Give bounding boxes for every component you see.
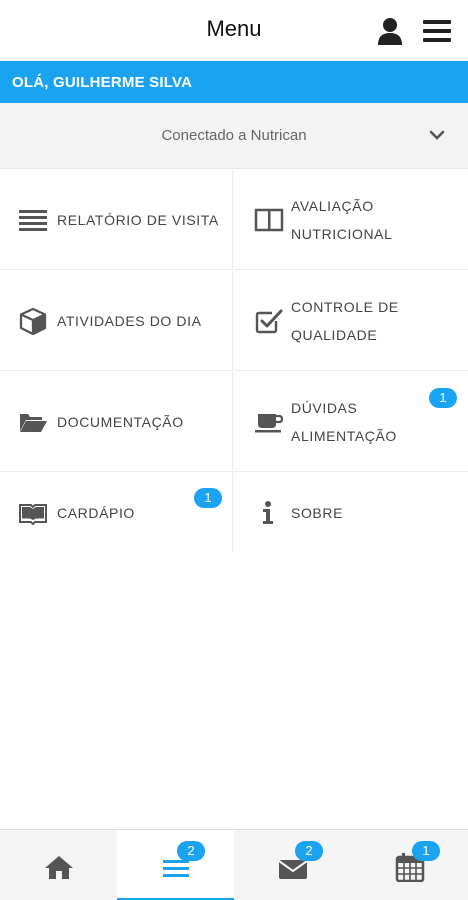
nav-calendar[interactable]: 1 (351, 830, 468, 900)
bottom-navigation: 2 2 1 (0, 829, 468, 900)
top-bar: Menu (0, 0, 468, 61)
menu-item-cardapio[interactable]: CARDÁPIO 1 (0, 473, 233, 552)
menu-item-documentacao[interactable]: DOCUMENTAÇÃO (0, 372, 233, 472)
cube-icon (18, 307, 48, 335)
greeting-bar: OLÁ, GUILHERME SILVA (0, 61, 468, 103)
menu-item-label: RELATÓRIO DE VISITA (57, 211, 219, 228)
chevron-down-icon[interactable] (428, 129, 446, 143)
menu-item-label: SOBRE (291, 504, 344, 521)
open-book-icon (18, 499, 48, 527)
menu-item-avaliacao-nutricional[interactable]: AVALIAÇÃO NUTRICIONAL (234, 170, 468, 270)
checkbox-icon (254, 307, 284, 335)
menu-grid: RELATÓRIO DE VISITA AVALIAÇÃO NUTRICIONA… (0, 170, 468, 552)
notification-badge: 1 (412, 841, 440, 861)
folder-open-icon (18, 408, 48, 436)
nav-messages[interactable]: 2 (234, 830, 351, 900)
menu-item-label: AVALIAÇÃO NUTRICIONAL (291, 197, 393, 242)
coffee-cup-icon (254, 408, 284, 436)
notification-badge: 2 (177, 841, 205, 861)
hamburger-icon[interactable] (422, 18, 452, 44)
nav-menu[interactable]: 2 (117, 830, 234, 900)
notification-badge: 1 (429, 388, 457, 408)
menu-item-duvidas-alimentacao[interactable]: DÚVIDAS ALIMENTAÇÃO 1 (234, 372, 468, 472)
connection-label: Conectado a Nutrican (161, 127, 307, 144)
notification-badge: 1 (194, 488, 222, 508)
menu-item-label: DOCUMENTAÇÃO (57, 413, 184, 430)
nav-home[interactable] (0, 830, 117, 900)
home-icon (43, 852, 75, 882)
menu-item-relatorio-de-visita[interactable]: RELATÓRIO DE VISITA (0, 170, 233, 270)
list-icon (18, 206, 48, 234)
menu-item-sobre[interactable]: SOBRE (234, 473, 468, 552)
menu-item-atividades-do-dia[interactable]: ATIVIDADES DO DIA (0, 271, 233, 371)
menu-item-controle-de-qualidade[interactable]: CONTROLE DE QUALIDADE (234, 271, 468, 371)
menu-item-label: CONTROLE DE QUALIDADE (291, 298, 399, 343)
menu-item-label: ATIVIDADES DO DIA (57, 312, 202, 329)
menu-item-label: CARDÁPIO (57, 504, 135, 521)
notification-badge: 2 (295, 841, 323, 861)
connection-selector[interactable]: Conectado a Nutrican (0, 103, 468, 169)
columns-icon (254, 206, 284, 234)
user-icon[interactable] (376, 16, 404, 46)
info-icon (254, 499, 284, 527)
